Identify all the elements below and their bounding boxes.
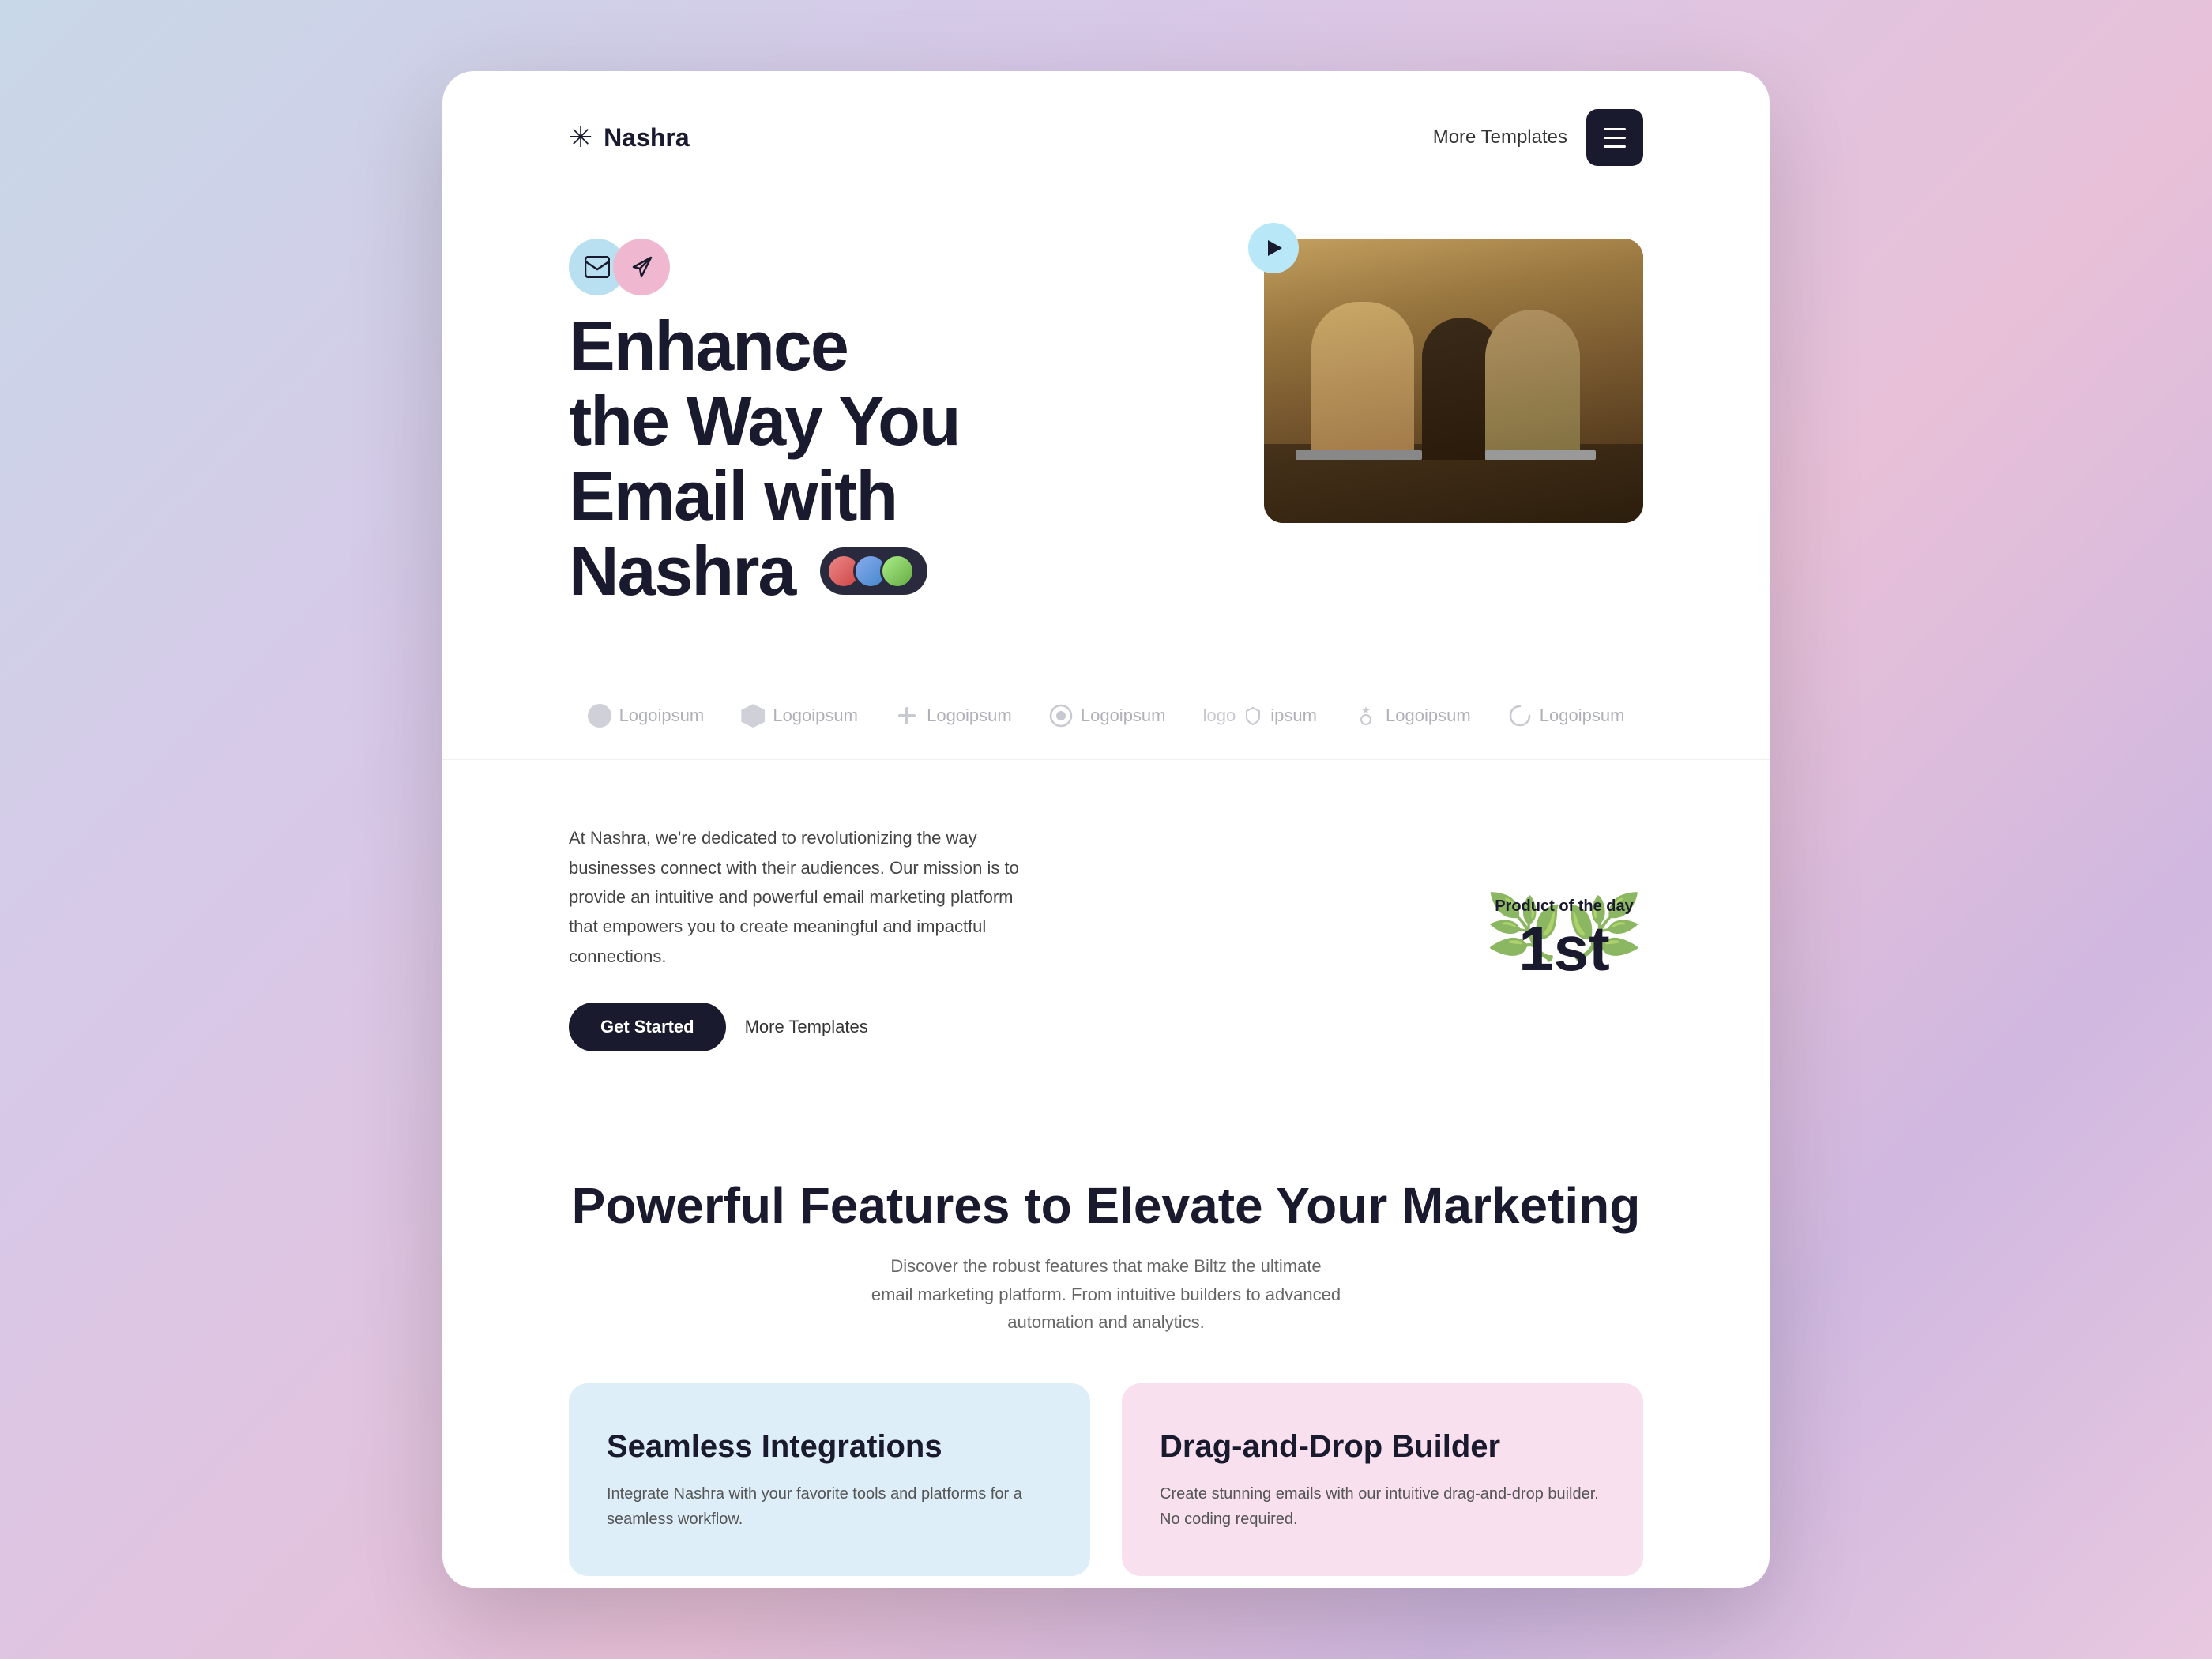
logo-text-2: Logoipsum [773,705,858,726]
laptop-2 [1485,450,1596,460]
feature-card-text-1: Integrate Nashra with your favorite tool… [607,1481,1052,1532]
logo-text-1: Logoipsum [619,705,705,726]
email-icon [585,256,610,278]
features-cards: Seamless Integrations Integrate Nashra w… [569,1383,1643,1576]
logo-text-7: Logoipsum [1540,705,1625,726]
feature-card-title-2: Drag-and-Drop Builder [1160,1428,1605,1465]
menu-line-1 [1604,128,1626,130]
features-subtitle: Discover the robust features that make B… [869,1252,1343,1336]
logo: ✳ Nashra [569,121,690,154]
cta-buttons: Get Started More Templates [569,1003,1043,1051]
logo-item-5: logo ipsum [1203,705,1317,726]
logo-icon-1 [588,704,611,728]
menu-button[interactable] [1586,109,1643,166]
logo-text-6: Logoipsum [1386,705,1471,726]
logo-name: Nashra [604,123,690,152]
logo-icon-4 [1049,704,1073,728]
logo-asterisk-icon: ✳ [569,121,592,154]
badge-content: Product of the day 1st [1495,895,1634,980]
feature-card-integrations: Seamless Integrations Integrate Nashra w… [569,1383,1090,1576]
feature-card-text-2: Create stunning emails with our intuitiv… [1160,1481,1605,1532]
avatar-strip [820,547,927,595]
play-button[interactable] [1248,223,1299,273]
menu-line-3 [1604,145,1626,148]
product-badge: 🌿 Product of the day 1st 🌿 [1485,882,1643,993]
logo-shield-icon-5 [1243,706,1262,725]
hero-title-line3: Email with [569,458,1201,533]
more-templates-link[interactable]: More Templates [1433,126,1567,149]
logo-icon-2 [741,704,765,728]
hero-title-line1: Enhance [569,308,1201,383]
logo-item-1: Logoipsum [588,704,705,728]
hero-title-line4: Nashra [569,533,1201,608]
hero-icons [569,239,1201,295]
navbar: ✳ Nashra More Templates [442,71,1770,191]
logo-item-2: Logoipsum [741,704,858,728]
hero-title-nashra: Nashra [569,533,795,608]
menu-line-2 [1604,137,1626,139]
send-icon [629,254,654,280]
logo-item-6: Logoipsum [1354,704,1471,728]
features-title: Powerful Features to Elevate Your Market… [569,1178,1643,1233]
logo-item-7: Logoipsum [1508,704,1625,728]
hero-left: Enhance the Way You Email with Nashra [569,239,1201,608]
logos-bar: Logoipsum Logoipsum Logoipsum Logoipsum … [442,672,1770,760]
laptop-1 [1296,450,1422,460]
logo-item-4: Logoipsum [1049,704,1166,728]
features-section: Powerful Features to Elevate Your Market… [442,1115,1770,1588]
about-text: At Nashra, we're dedicated to revolution… [569,823,1043,971]
badge-rank: 1st [1495,917,1634,980]
hero-photo [1264,239,1643,523]
get-started-button[interactable]: Get Started [569,1003,726,1051]
about-section: At Nashra, we're dedicated to revolution… [442,760,1770,1115]
browser-window: ✳ Nashra More Templates [442,71,1770,1588]
hero-title-line2: the Way You [569,383,1201,458]
wreath-container: 🌿 Product of the day 1st 🌿 [1485,882,1643,993]
features-header: Powerful Features to Elevate Your Market… [569,1178,1643,1336]
send-icon-bubble [613,239,670,295]
logo-icon-3 [895,704,919,728]
hero-section: Enhance the Way You Email with Nashra [442,191,1770,672]
hero-title: Enhance the Way You Email with Nashra [569,308,1201,608]
person-silhouette-1 [1311,302,1414,460]
logo-text-4: Logoipsum [1081,705,1166,726]
feature-card-title-1: Seamless Integrations [607,1428,1052,1465]
feature-card-builder: Drag-and-Drop Builder Create stunning em… [1122,1383,1643,1576]
logo-item-3: Logoipsum [895,704,1012,728]
logo-icon-7 [1508,704,1532,728]
hero-image [1264,239,1643,523]
nav-right: More Templates [1433,109,1643,166]
hero-right [1264,239,1643,523]
more-templates-button[interactable]: More Templates [745,1017,868,1037]
logo-icon-5: logo [1203,705,1236,726]
about-left: At Nashra, we're dedicated to revolution… [569,823,1043,1051]
avatar-3 [880,554,915,589]
logo-icon-6 [1354,704,1378,728]
logo-text-5: ipsum [1270,705,1317,726]
logo-text-3: Logoipsum [927,705,1012,726]
person-silhouette-3 [1485,310,1580,460]
